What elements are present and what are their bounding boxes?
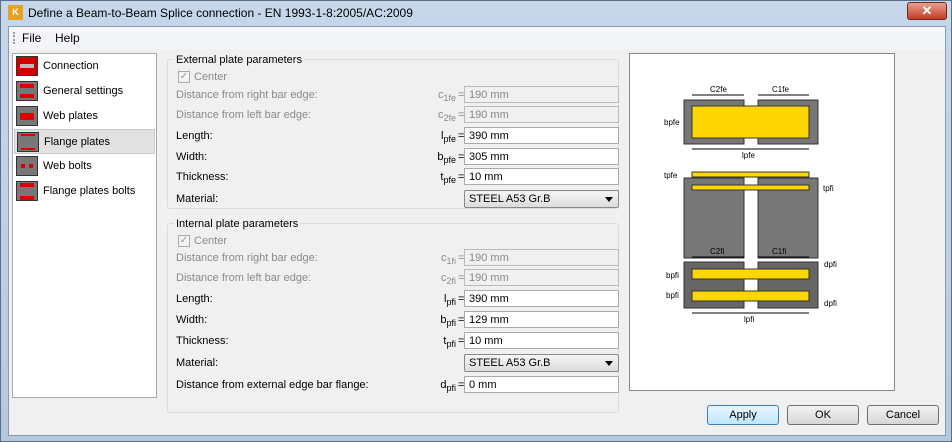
dialog-window: K Define a Beam-to-Beam Splice connectio… xyxy=(0,0,952,442)
internal-c1-input[interactable]: 190 mm xyxy=(464,249,619,266)
flange-plates-diagram: C2fe C1fe bpfe lpfe tpfe tpfi C2fi C1fi bpfi… xyxy=(629,53,895,391)
external-plate-group: External plate parameters ✓ Center Distan… xyxy=(167,54,619,209)
menu-bar: File Help xyxy=(9,27,945,49)
external-c1-row: Distance from right bar edge: c1fe = 190 mm xyxy=(176,86,619,104)
connection-icon xyxy=(16,56,38,76)
external-material-select[interactable]: STEEL A53 Gr.B xyxy=(464,190,619,208)
external-thickness-row: Thickness: tpfe = 10 mm xyxy=(176,168,619,186)
plan-view-internal: C2fi C1fi bpfi bpfi dpfi dpfi lpfi xyxy=(666,247,837,324)
nav-item-web-bolts[interactable]: Web bolts xyxy=(14,154,155,179)
svg-text:dpfi: dpfi xyxy=(824,260,837,269)
parameters-form: External plate parameters ✓ Center Distan… xyxy=(167,53,619,413)
internal-width-row: Width: bpfi = 129 mm xyxy=(176,311,619,329)
svg-text:dpfi: dpfi xyxy=(824,299,837,308)
svg-text:tpfi: tpfi xyxy=(823,184,834,193)
svg-text:lpfe: lpfe xyxy=(742,151,755,160)
title-bar: K Define a Beam-to-Beam Splice connectio… xyxy=(1,1,951,25)
svg-text:C1fe: C1fe xyxy=(772,85,789,94)
internal-c1-row: Distance from right bar edge: c1fi = 190 mm xyxy=(176,249,619,267)
menu-help[interactable]: Help xyxy=(55,31,80,45)
web-plates-icon xyxy=(16,106,38,126)
internal-plate-group: Internal plate parameters ✓ Center Distan… xyxy=(167,218,619,413)
checkbox-checked-icon: ✓ xyxy=(178,235,190,247)
external-group-title: External plate parameters xyxy=(174,54,304,66)
cancel-button[interactable]: Cancel xyxy=(867,405,939,425)
svg-text:bpfi: bpfi xyxy=(666,291,679,300)
external-c2-row: Distance from left bar edge: c2fe = 190 mm xyxy=(176,106,619,124)
internal-distance-input[interactable]: 0 mm xyxy=(464,376,619,393)
app-icon: K xyxy=(8,5,23,20)
chevron-down-icon xyxy=(605,197,613,202)
svg-text:lpfi: lpfi xyxy=(744,315,754,324)
external-width-input[interactable]: 305 mm xyxy=(464,148,619,165)
svg-text:bpfe: bpfe xyxy=(664,118,680,127)
internal-width-input[interactable]: 129 mm xyxy=(464,311,619,328)
apply-button[interactable]: Apply xyxy=(707,405,779,425)
menu-grip-icon xyxy=(13,32,15,44)
section-list: Connection General settings Web plates F… xyxy=(12,53,157,398)
flange-plates-bolts-icon xyxy=(16,181,38,201)
nav-item-flange-plates[interactable]: Flange plates xyxy=(14,129,155,154)
internal-distance-row: Distance from external edge bar flange: d… xyxy=(176,376,619,394)
internal-thickness-row: Thickness: tpfi = 10 mm xyxy=(176,332,619,350)
external-c2-input[interactable]: 190 mm xyxy=(464,106,619,123)
dialog-client: File Help Connection General settings We… xyxy=(8,26,946,436)
menu-file[interactable]: File xyxy=(22,31,41,45)
svg-text:C2fi: C2fi xyxy=(710,247,724,256)
internal-thickness-input[interactable]: 10 mm xyxy=(464,332,619,349)
external-material-row: Material: STEEL A53 Gr.B xyxy=(176,190,619,208)
internal-c2-input[interactable]: 190 mm xyxy=(464,269,619,286)
nav-item-connection[interactable]: Connection xyxy=(14,54,155,79)
external-length-row: Length: lpfe = 390 mm xyxy=(176,127,619,145)
internal-material-select[interactable]: STEEL A53 Gr.B xyxy=(464,354,619,372)
svg-text:tpfe: tpfe xyxy=(664,171,678,180)
external-thickness-input[interactable]: 10 mm xyxy=(464,168,619,185)
svg-text:C1fi: C1fi xyxy=(772,247,786,256)
chevron-down-icon xyxy=(605,361,613,366)
internal-length-row: Length: lpfi = 390 mm xyxy=(176,290,619,308)
internal-group-title: Internal plate parameters xyxy=(174,218,301,230)
internal-material-row: Material: STEEL A53 Gr.B xyxy=(176,354,619,372)
window-title: Define a Beam-to-Beam Splice connection … xyxy=(28,6,413,20)
svg-text:C2fe: C2fe xyxy=(710,85,727,94)
plan-view-external: C2fe C1fe bpfe lpfe xyxy=(664,85,819,160)
internal-c2-row: Distance from left bar edge: c2fi = 190 mm xyxy=(176,269,619,287)
close-button[interactable]: ✕ xyxy=(907,2,947,20)
side-view: tpfe tpfi xyxy=(664,171,834,259)
nav-item-web-plates[interactable]: Web plates xyxy=(14,104,155,129)
external-c1-input[interactable]: 190 mm xyxy=(464,86,619,103)
flange-plates-icon xyxy=(17,132,39,152)
svg-text:bpfi: bpfi xyxy=(666,271,679,280)
nav-item-general-settings[interactable]: General settings xyxy=(14,79,155,104)
external-length-input[interactable]: 390 mm xyxy=(464,127,619,144)
nav-item-flange-plates-bolts[interactable]: Flange plates bolts xyxy=(14,179,155,204)
web-bolts-icon xyxy=(16,156,38,176)
checkbox-checked-icon: ✓ xyxy=(178,71,190,83)
ok-button[interactable]: OK xyxy=(787,405,859,425)
external-width-row: Width: bpfe = 305 mm xyxy=(176,148,619,166)
internal-length-input[interactable]: 390 mm xyxy=(464,290,619,307)
general-settings-icon xyxy=(16,81,38,101)
